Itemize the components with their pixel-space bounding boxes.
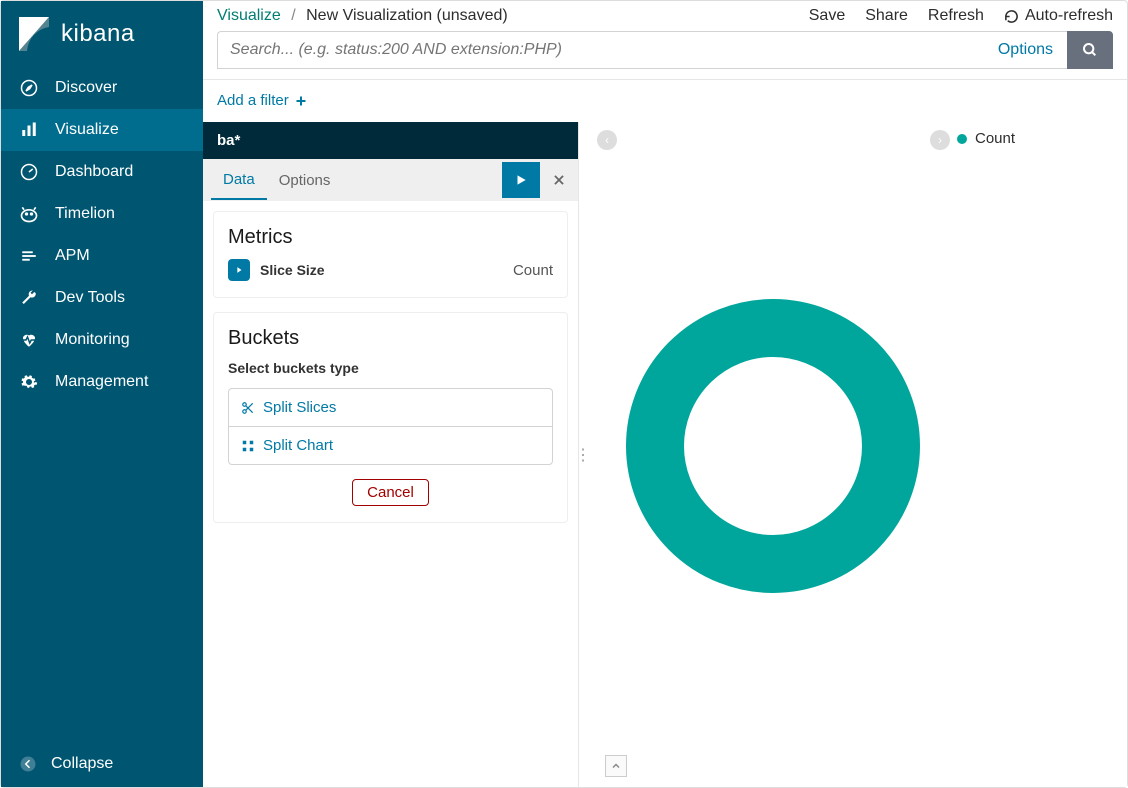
share-button[interactable]: Share (865, 7, 908, 25)
sidebar-item-label: Dashboard (55, 163, 133, 181)
brand: kibana (1, 1, 203, 67)
sidebar-item-apm[interactable]: APM (1, 235, 203, 277)
search-options-button[interactable]: Options (984, 31, 1067, 69)
panel-tabs: Data Options (203, 159, 578, 201)
compass-icon (19, 79, 39, 97)
apply-changes-button[interactable] (502, 162, 540, 198)
buckets-title: Buckets (228, 327, 553, 350)
searchbar: Options (217, 31, 1113, 69)
sidebar: kibana Discover Visualize Dashboard (1, 1, 203, 787)
main: Visualize / New Visualization (unsaved) … (203, 1, 1127, 787)
panel-resize-handle[interactable]: ⋮ (579, 122, 587, 787)
sidebar-item-label: Visualize (55, 121, 119, 139)
save-button[interactable]: Save (809, 7, 845, 25)
metric-row[interactable]: Slice Size Count (228, 259, 553, 281)
wrench-icon (19, 289, 39, 307)
gear-icon (19, 373, 39, 391)
refresh-button[interactable]: Refresh (928, 7, 984, 25)
bar-chart-icon (19, 121, 39, 139)
buckets-card: Buckets Select buckets type Split Slices (213, 312, 568, 523)
sidebar-item-dashboard[interactable]: Dashboard (1, 151, 203, 193)
chevron-up-icon (610, 760, 622, 772)
gauge-icon (19, 163, 39, 181)
scroll-top-button[interactable] (605, 755, 627, 777)
donut-chart (625, 298, 921, 594)
play-icon (514, 173, 528, 187)
metric-value: Count (513, 262, 553, 279)
plus-icon (295, 95, 307, 107)
sidebar-item-label: Dev Tools (55, 289, 125, 307)
chevron-left-icon: ‹ (605, 133, 609, 147)
sidebar-item-label: APM (55, 247, 90, 265)
grid-icon (241, 439, 255, 453)
bucket-option-split-chart[interactable]: Split Chart (229, 426, 552, 464)
sidebar-item-discover[interactable]: Discover (1, 67, 203, 109)
sidebar-item-dev-tools[interactable]: Dev Tools (1, 277, 203, 319)
cancel-button[interactable]: Cancel (352, 479, 429, 506)
sidebar-item-label: Monitoring (55, 331, 130, 349)
topbar-actions: Save Share Refresh Auto-refresh (809, 7, 1113, 25)
heartbeat-icon (19, 331, 39, 349)
config-panel: ba* Data Options (203, 122, 579, 787)
chart-prev-button[interactable]: ‹ (597, 130, 617, 150)
topbar: Visualize / New Visualization (unsaved) … (203, 1, 1127, 80)
timelion-icon (19, 205, 39, 223)
sidebar-item-label: Timelion (55, 205, 115, 223)
visualization-canvas: ‹ › Count (587, 122, 1127, 787)
bucket-option-split-slices[interactable]: Split Slices (229, 389, 552, 426)
chevron-left-icon (19, 755, 37, 773)
breadcrumb-current: New Visualization (unsaved) (306, 7, 508, 24)
sidebar-item-label: Management (55, 373, 148, 391)
brand-name: kibana (61, 20, 135, 48)
filterbar: Add a filter (203, 80, 1127, 122)
search-icon (1082, 42, 1098, 58)
buckets-subtitle: Select buckets type (228, 360, 553, 376)
metrics-card: Metrics Slice Size Count (213, 211, 568, 298)
tab-data[interactable]: Data (211, 161, 267, 200)
discard-changes-button[interactable] (540, 162, 578, 198)
sidebar-item-timelion[interactable]: Timelion (1, 193, 203, 235)
sidebar-item-management[interactable]: Management (1, 361, 203, 403)
sidebar-collapse[interactable]: Collapse (1, 745, 203, 787)
auto-refresh-button[interactable]: Auto-refresh (1004, 7, 1113, 25)
sidebar-item-visualize[interactable]: Visualize (1, 109, 203, 151)
breadcrumb-root[interactable]: Visualize (217, 7, 281, 24)
collapse-label: Collapse (51, 755, 113, 773)
scissors-icon (241, 401, 255, 415)
chart-next-button[interactable]: › (930, 130, 950, 150)
kibana-logo (19, 17, 49, 51)
breadcrumb: Visualize / New Visualization (unsaved) (217, 7, 508, 25)
sidebar-nav: Discover Visualize Dashboard Timelion (1, 67, 203, 745)
legend-label: Count (975, 130, 1015, 147)
apm-icon (19, 247, 39, 265)
legend-color-swatch (957, 134, 967, 144)
chevron-right-icon: › (938, 133, 942, 147)
close-icon (552, 173, 566, 187)
sidebar-item-label: Discover (55, 79, 117, 97)
search-input[interactable] (217, 31, 984, 69)
search-button[interactable] (1067, 31, 1113, 69)
index-pattern-label: ba* (203, 122, 578, 159)
metrics-title: Metrics (228, 226, 553, 249)
workspace: ba* Data Options (203, 122, 1127, 787)
caret-right-icon (228, 259, 250, 281)
chart-legend[interactable]: Count (957, 130, 1015, 147)
add-filter-button[interactable]: Add a filter (217, 92, 307, 109)
sidebar-item-monitoring[interactable]: Monitoring (1, 319, 203, 361)
tab-options[interactable]: Options (267, 162, 343, 199)
metric-label: Slice Size (260, 262, 325, 278)
refresh-icon (1004, 9, 1019, 24)
